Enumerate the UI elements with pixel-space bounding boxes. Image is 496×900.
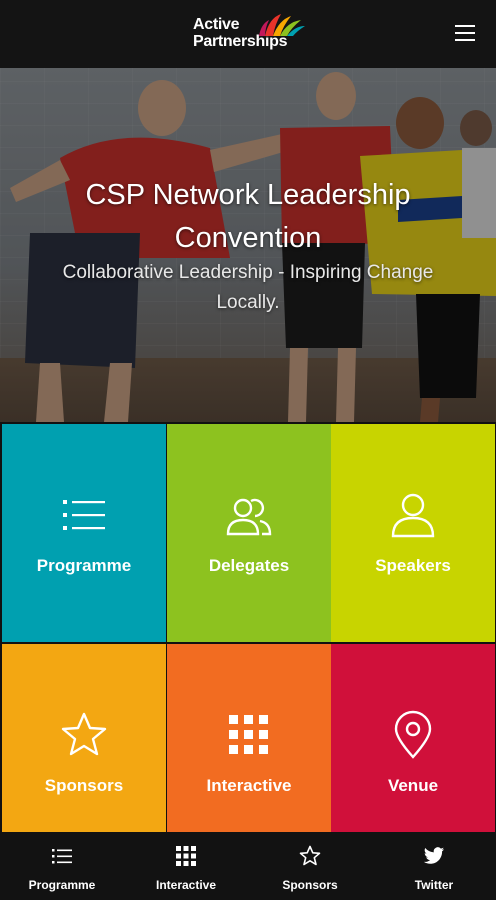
tile-label: Interactive xyxy=(206,776,292,795)
tile-venue[interactable]: Venue xyxy=(331,644,495,862)
tile-interactive[interactable]: Interactive xyxy=(167,644,331,862)
grid-icon xyxy=(176,846,196,866)
nav-label: Programme xyxy=(28,878,96,892)
grid-icon xyxy=(229,715,268,754)
nav-label: Sponsors xyxy=(282,878,338,892)
nav-interactive[interactable]: Interactive xyxy=(124,832,248,900)
hero-title: CSP Network Leadership Convention xyxy=(85,179,411,254)
tile-label: Programme xyxy=(36,556,132,575)
user-icon xyxy=(391,493,435,538)
tile-label: Sponsors xyxy=(44,776,124,795)
active-partnerships-logo[interactable]: Active Partnerships xyxy=(193,12,308,56)
hamburger-menu-icon[interactable] xyxy=(452,20,478,46)
nav-twitter[interactable]: Twitter xyxy=(372,832,496,900)
tile-speakers[interactable]: Speakers xyxy=(331,424,495,642)
nav-label: Twitter xyxy=(414,878,454,892)
tile-label: Speakers xyxy=(375,556,451,575)
twitter-bird-icon xyxy=(423,847,445,864)
users-icon xyxy=(226,498,272,536)
nav-label: Interactive xyxy=(155,878,217,892)
tile-sponsors[interactable]: Sponsors xyxy=(2,644,166,862)
hero-subtitle: Collaborative Leadership - Inspiring Cha… xyxy=(62,262,434,313)
nav-sponsors[interactable]: Sponsors xyxy=(248,832,372,900)
list-icon xyxy=(63,500,105,530)
map-pin-icon xyxy=(394,710,432,759)
hero-banner: CSP Network Leadership Convention Collab… xyxy=(0,68,496,422)
star-icon xyxy=(299,845,321,866)
menu-tiles-grid: Programme Delegates Speakers Sponsors In… xyxy=(0,422,496,862)
list-icon xyxy=(52,849,72,864)
tile-delegates[interactable]: Delegates xyxy=(167,424,331,642)
tile-label: Venue xyxy=(387,776,439,795)
tile-programme[interactable]: Programme xyxy=(2,424,166,642)
nav-programme[interactable]: Programme xyxy=(0,832,124,900)
tile-label: Delegates xyxy=(208,556,290,575)
star-icon xyxy=(61,712,107,756)
logo-swoosh-icon xyxy=(259,14,305,36)
bottom-navigation-bar: Programme Interactive Sponsors Twitter xyxy=(0,832,496,900)
app-header: Active Partnerships xyxy=(0,0,496,68)
